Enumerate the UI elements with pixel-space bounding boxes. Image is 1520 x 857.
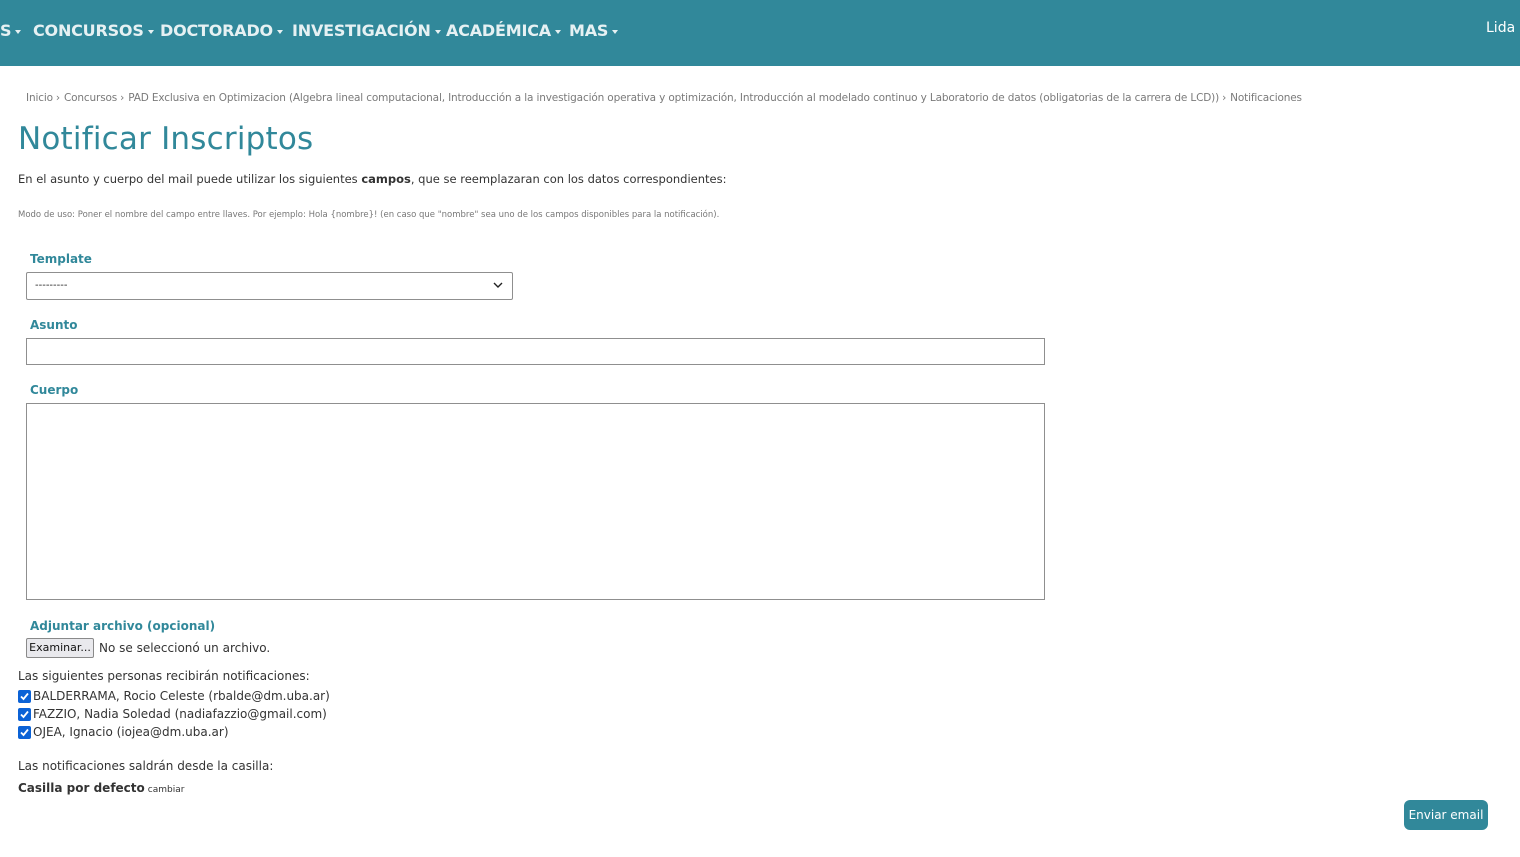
recipient-label: BALDERRAMA, Rocio Celeste (rbalde@dm.uba… bbox=[33, 689, 330, 703]
sender-mailbox-value: Casilla por defecto bbox=[18, 781, 145, 795]
nav-item-label: S bbox=[0, 21, 12, 40]
usage-note: Modo de uso: Poner el nombre del campo e… bbox=[18, 210, 720, 220]
recipient-label: FAZZIO, Nadia Soledad (nadiafazzio@gmail… bbox=[33, 707, 327, 721]
nav-item-concursos[interactable]: CONCURSOS bbox=[33, 21, 154, 41]
nav-item-label: MAS bbox=[569, 21, 609, 40]
recipient-checkbox[interactable] bbox=[18, 689, 31, 703]
breadcrumb: Inicio › Concursos › PAD Exclusiva en Optimi… bbox=[26, 92, 1302, 104]
sender-mailbox: Casilla por defecto cambiar bbox=[18, 777, 184, 796]
nav-item-mas[interactable]: MAS bbox=[569, 21, 619, 41]
recipient-item: FAZZIO, Nadia Soledad (nadiafazzio@gmail… bbox=[18, 705, 330, 723]
nav-item-doctorado[interactable]: DOCTORADO bbox=[160, 21, 283, 41]
page-title: Notificar Inscriptos bbox=[18, 121, 314, 157]
recipient-item: BALDERRAMA, Rocio Celeste (rbalde@dm.uba… bbox=[18, 687, 330, 705]
intro-text: En el asunto y cuerpo del mail puede uti… bbox=[18, 172, 726, 186]
breadcrumb-item-current: Notificaciones bbox=[1230, 92, 1302, 104]
caret-down-icon bbox=[554, 29, 561, 34]
subject-label: Asunto bbox=[30, 318, 78, 332]
caret-down-icon bbox=[15, 29, 22, 34]
subject-input[interactable] bbox=[26, 338, 1045, 365]
nav-item-academica[interactable]: ACADÉMICA bbox=[446, 21, 561, 41]
checkmark-icon bbox=[20, 692, 29, 700]
body-label: Cuerpo bbox=[30, 383, 79, 397]
checkmark-icon bbox=[20, 710, 29, 718]
body-textarea[interactable] bbox=[26, 403, 1045, 600]
change-mailbox-link[interactable]: cambiar bbox=[148, 785, 185, 795]
breadcrumb-item-concursos[interactable]: Concursos bbox=[64, 92, 117, 104]
recipient-checkbox[interactable] bbox=[18, 725, 31, 739]
breadcrumb-separator-icon: › bbox=[55, 92, 60, 104]
user-menu[interactable]: Lida S bbox=[1486, 20, 1520, 36]
breadcrumb-item-inicio[interactable]: Inicio bbox=[26, 92, 53, 104]
intro-text-start: En el asunto y cuerpo del mail puede uti… bbox=[18, 172, 362, 186]
browse-file-button[interactable]: Examinar... bbox=[26, 638, 94, 658]
recipient-checkbox[interactable] bbox=[18, 707, 31, 721]
nav-item-label: CONCURSOS bbox=[33, 21, 144, 40]
intro-text-bold: campos bbox=[361, 172, 411, 186]
recipient-label: OJEA, Ignacio (iojea@dm.uba.ar) bbox=[33, 725, 229, 739]
caret-down-icon bbox=[147, 29, 154, 34]
breadcrumb-separator-icon: › bbox=[1222, 92, 1227, 104]
caret-down-icon bbox=[434, 29, 441, 34]
send-email-button[interactable]: Enviar email bbox=[1404, 800, 1488, 830]
nav-item-label: ACADÉMICA bbox=[446, 21, 551, 40]
attachment-label: Adjuntar archivo (opcional) bbox=[30, 619, 216, 633]
chevron-down-icon bbox=[493, 282, 503, 288]
caret-down-icon bbox=[276, 29, 283, 34]
nav-item-investigacion[interactable]: INVESTIGACIÓN bbox=[292, 21, 441, 41]
nav-item-label: INVESTIGACIÓN bbox=[292, 21, 431, 40]
breadcrumb-item-concurso[interactable]: PAD Exclusiva en Optimizacion (Algebra l… bbox=[128, 92, 1219, 104]
top-navbar: S CONCURSOS DOCTORADO INVESTIGACIÓN ACAD… bbox=[0, 0, 1520, 66]
template-select[interactable]: --------- bbox=[26, 272, 513, 300]
recipients-list: BALDERRAMA, Rocio Celeste (rbalde@dm.uba… bbox=[18, 687, 330, 741]
recipient-item: OJEA, Ignacio (iojea@dm.uba.ar) bbox=[18, 723, 330, 741]
template-select-value: --------- bbox=[35, 280, 68, 291]
file-status-text: No se seleccionó un archivo. bbox=[99, 641, 271, 655]
nav-item-label: DOCTORADO bbox=[160, 21, 273, 40]
caret-down-icon bbox=[612, 29, 619, 34]
recipients-label: Las siguientes personas recibirán notifi… bbox=[18, 669, 310, 683]
sender-label: Las notificaciones saldrán desde la casi… bbox=[18, 759, 274, 773]
checkmark-icon bbox=[20, 728, 29, 736]
nav-item-truncated[interactable]: S bbox=[0, 21, 22, 41]
intro-text-end: , que se reemplazaran con los datos corr… bbox=[410, 172, 727, 186]
breadcrumb-separator-icon: › bbox=[120, 92, 125, 104]
template-label: Template bbox=[30, 252, 92, 266]
